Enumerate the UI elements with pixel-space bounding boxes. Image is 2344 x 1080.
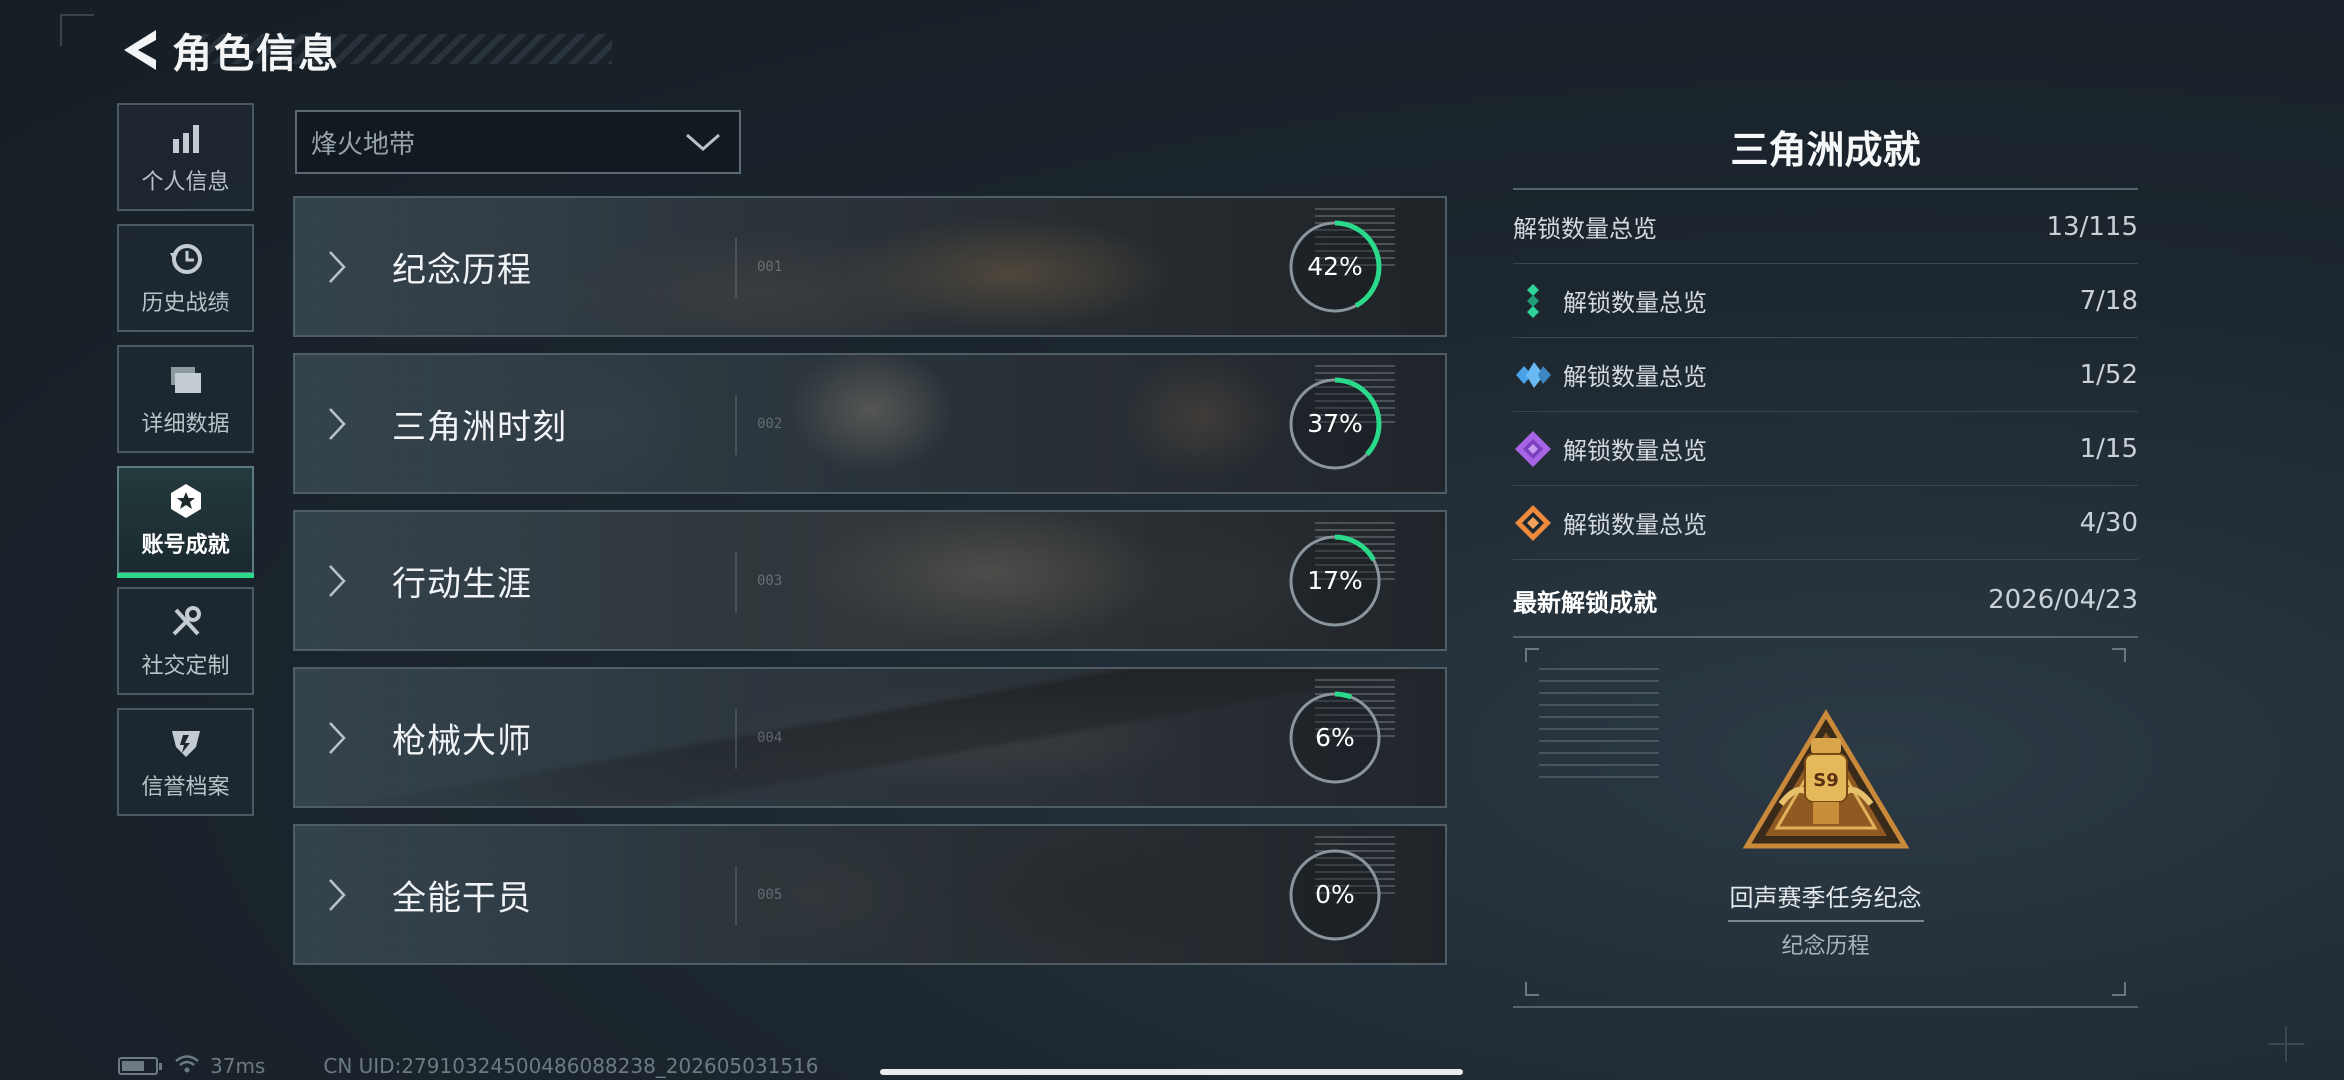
player-uid: CN UID:27910324500486088238_202605031516: [323, 1054, 819, 1078]
stat-row-purple-tier: 解锁数量总览 1/15: [1513, 412, 2138, 486]
mode-dropdown-value: 烽火地带: [311, 129, 416, 160]
stat-value: 1/52: [2079, 359, 2138, 390]
stat-row-blue-tier: 解锁数量总览 1/52: [1513, 338, 2138, 412]
home-indicator[interactable]: [880, 1069, 1463, 1075]
mode-dropdown[interactable]: 烽火地带: [295, 110, 741, 174]
stat-row-green-tier: 解锁数量总览 7/18: [1513, 264, 2138, 338]
category-name: 行动生涯: [392, 564, 532, 604]
bar-chart-icon: [166, 118, 206, 158]
stat-label: 解锁数量总览: [1563, 511, 1707, 539]
achievement-summary-panel: 三角洲成就 解锁数量总览 13/115 解锁数量总览 7/18 解锁数量总览 1…: [1513, 120, 2138, 1008]
card-deco-lines: [1539, 668, 1659, 778]
sidebar-item-social-custom[interactable]: 社交定制: [117, 587, 254, 695]
ping-value: 37ms: [210, 1054, 266, 1078]
crosshair-decoration: [2268, 1026, 2304, 1062]
stat-value: 4/30: [2079, 507, 2138, 538]
category-index: 001: [757, 258, 783, 275]
category-index: 002: [757, 415, 783, 432]
corner-frame-mark: [60, 14, 94, 46]
sidebar-item-credit-record[interactable]: 信誉档案: [117, 708, 254, 816]
chevron-right-icon: [329, 721, 346, 754]
panel-title: 三角洲成就: [1513, 120, 2138, 190]
achievement-category: 纪念历程: [1781, 934, 1870, 959]
status-bar: 37ms CN UID:27910324500486088238_2026050…: [118, 1054, 819, 1078]
sidebar-item-label: 历史战绩: [141, 291, 230, 316]
sidebar-item-label: 详细数据: [141, 412, 230, 437]
chevron-down-icon: [686, 133, 720, 151]
category-index: 003: [757, 572, 783, 589]
stat-value: 1/15: [2079, 433, 2138, 464]
stat-label: 解锁数量总览: [1563, 363, 1707, 391]
category-name: 全能干员: [392, 878, 532, 918]
category-name: 纪念历程: [392, 250, 532, 290]
wifi-icon: [174, 1054, 200, 1079]
progress-ring: 6%: [1287, 690, 1383, 786]
sidebar-item-label: 个人信息: [141, 170, 230, 195]
latest-achievement-card[interactable]: S9 回声赛季任务纪念 纪念历程: [1513, 638, 2138, 1008]
purple-gem-icon: [1513, 429, 1553, 469]
progress-ring: 17%: [1287, 533, 1383, 629]
progress-label: 42%: [1307, 252, 1363, 281]
latest-unlock-label: 最新解锁成就: [1513, 588, 1657, 617]
achievement-name: 回声赛季任务纪念: [1729, 884, 1922, 912]
sidebar: 个人信息 历史战绩 详细数据 账号成就 社交定制 信誉档案: [117, 103, 254, 829]
stat-row-total: 解锁数量总览 13/115: [1513, 190, 2138, 264]
category-index: 005: [757, 886, 783, 903]
category-card-commemorative[interactable]: 纪念历程 001 42%: [293, 196, 1447, 337]
category-name: 枪械大师: [392, 721, 532, 761]
category-name: 三角洲时刻: [392, 407, 567, 447]
chevron-right-icon: [329, 878, 346, 911]
stat-row-orange-tier: 解锁数量总览 4/30: [1513, 486, 2138, 560]
back-button[interactable]: [118, 25, 162, 75]
progress-label: 0%: [1315, 880, 1355, 909]
achievement-category-list: 纪念历程 001 42% 三角洲时刻 002 37% 行动生涯 003 17% …: [293, 196, 1447, 981]
progress-label: 6%: [1315, 723, 1355, 752]
tools-icon: [166, 602, 206, 642]
page-title: 角色信息: [172, 31, 340, 77]
sidebar-item-label: 账号成就: [141, 533, 230, 558]
chevron-right-icon: [329, 564, 346, 597]
stat-label: 解锁数量总览: [1563, 437, 1707, 465]
sidebar-item-account-achievements[interactable]: 账号成就: [117, 466, 254, 578]
sidebar-item-detailed-data[interactable]: 详细数据: [117, 345, 254, 453]
orange-gem-icon: [1513, 503, 1553, 543]
latest-unlock-header: 最新解锁成就 2026/04/23: [1513, 564, 2138, 638]
progress-ring: 42%: [1287, 219, 1383, 315]
latest-unlock-date: 2026/04/23: [1988, 585, 2138, 615]
progress-label: 37%: [1307, 409, 1363, 438]
progress-ring: 37%: [1287, 376, 1383, 472]
stat-value: 13/115: [2046, 211, 2138, 242]
category-card-delta-moments[interactable]: 三角洲时刻 002 37%: [293, 353, 1447, 494]
category-card-weapon-master[interactable]: 枪械大师 004 6%: [293, 667, 1447, 808]
sidebar-item-label: 社交定制: [141, 654, 230, 679]
battery-icon: [118, 1057, 162, 1075]
credit-shield-icon: [166, 723, 206, 763]
page-header: 角色信息: [118, 22, 612, 78]
sidebar-item-personal-info[interactable]: 个人信息: [117, 103, 254, 211]
stat-label: 解锁数量总览: [1513, 215, 1657, 243]
sidebar-item-label: 信誉档案: [141, 775, 230, 800]
achievement-medal-icon: [166, 481, 206, 521]
stat-label: 解锁数量总览: [1563, 289, 1707, 317]
category-card-versatile-operator[interactable]: 全能干员 005 0%: [293, 824, 1447, 965]
folder-icon: [166, 360, 206, 400]
green-gem-icon: [1513, 281, 1553, 321]
history-clock-icon: [166, 239, 206, 279]
badge-number: S9: [1813, 770, 1839, 791]
category-index: 004: [757, 729, 783, 746]
category-card-operation-career[interactable]: 行动生涯 003 17%: [293, 510, 1447, 651]
sidebar-item-history[interactable]: 历史战绩: [117, 224, 254, 332]
blue-gem-icon: [1513, 355, 1553, 395]
achievement-badge-icon: S9: [1741, 708, 1911, 858]
stat-value: 7/18: [2079, 285, 2138, 316]
progress-label: 17%: [1307, 566, 1363, 595]
achievement-divider: [1727, 920, 1924, 922]
chevron-right-icon: [329, 407, 346, 440]
chevron-right-icon: [329, 250, 346, 283]
progress-ring: 0%: [1287, 847, 1383, 943]
back-arrow-icon: [124, 30, 156, 70]
